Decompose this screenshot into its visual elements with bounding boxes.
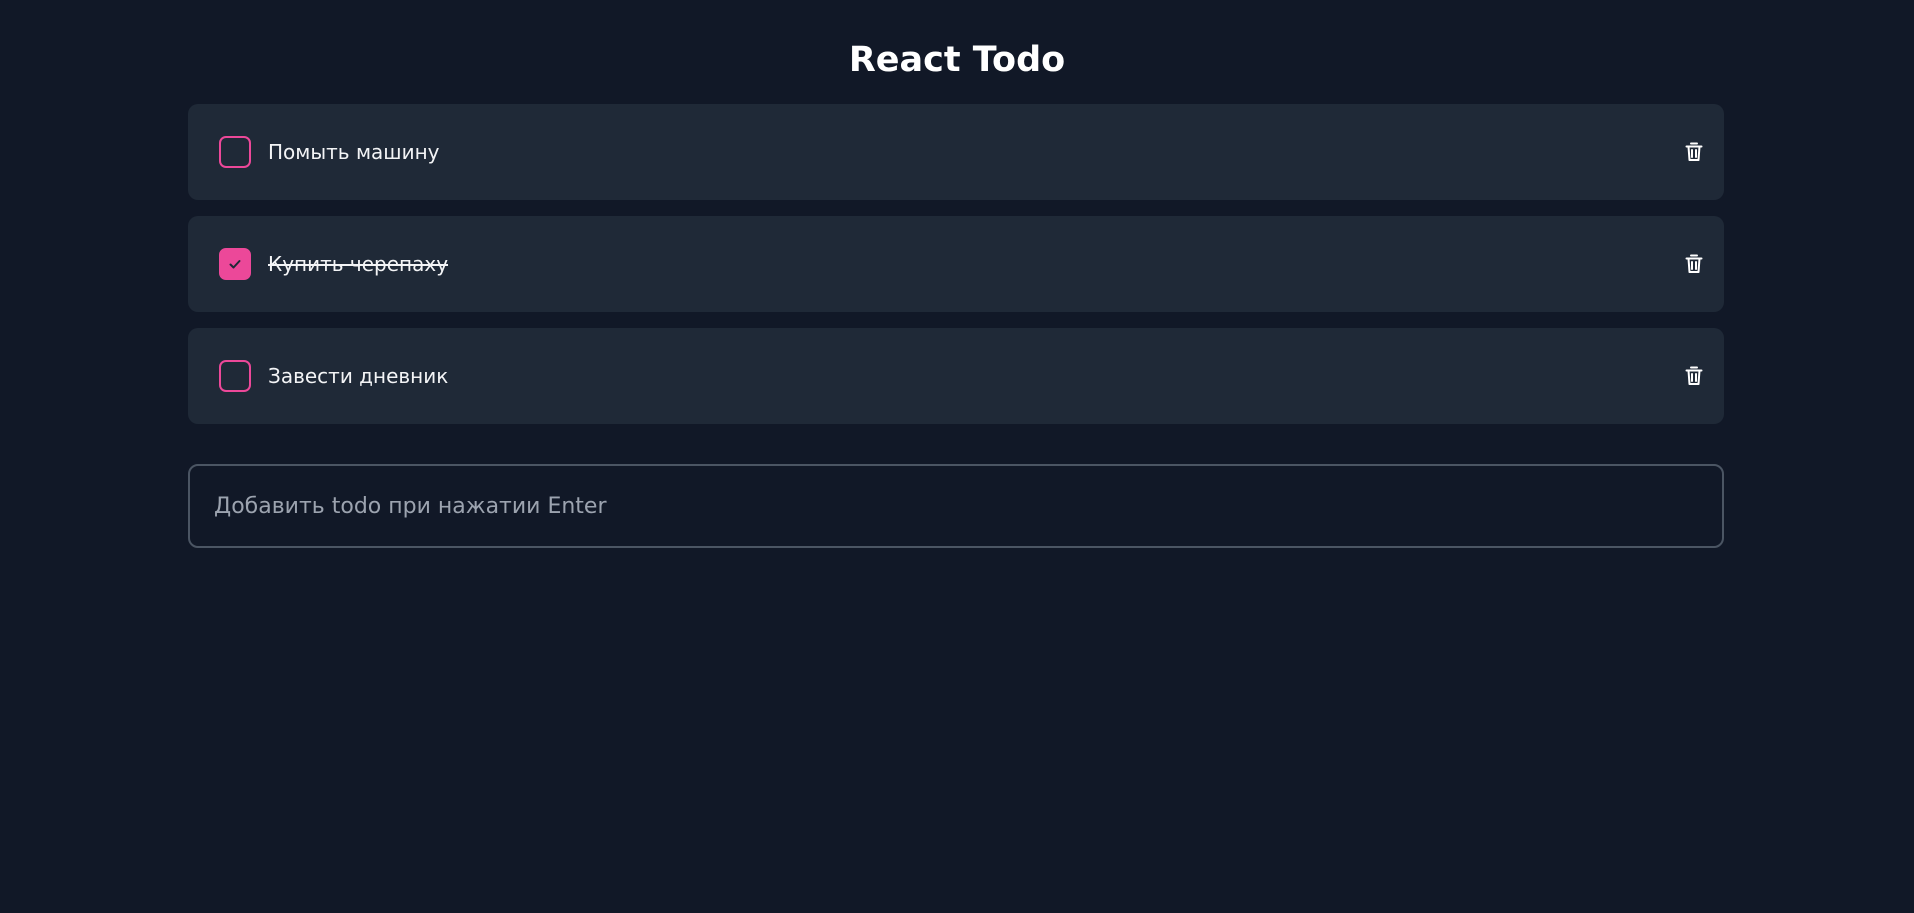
delete-button[interactable] bbox=[1682, 140, 1706, 164]
new-todo-input[interactable] bbox=[188, 464, 1724, 548]
trash-icon bbox=[1685, 142, 1703, 161]
check-icon bbox=[229, 260, 241, 269]
todo-item: Завести дневник bbox=[188, 328, 1724, 424]
trash-icon bbox=[1685, 254, 1703, 273]
todo-item: Помыть машину bbox=[188, 104, 1724, 200]
delete-button[interactable] bbox=[1682, 364, 1706, 388]
page-title: React Todo bbox=[848, 40, 1066, 80]
todo-app: React Todo Помыть машину Купить черепаху bbox=[0, 0, 1914, 913]
todo-checkbox[interactable] bbox=[219, 360, 251, 392]
todo-item: Купить черепаху bbox=[188, 216, 1724, 312]
delete-button[interactable] bbox=[1682, 252, 1706, 276]
todo-text: Помыть машину bbox=[268, 140, 440, 164]
todo-list: Помыть машину Купить черепаху Завести дн… bbox=[188, 104, 1724, 440]
todo-text: Завести дневник bbox=[268, 364, 449, 388]
todo-checkbox[interactable] bbox=[219, 136, 251, 168]
trash-icon bbox=[1685, 366, 1703, 385]
todo-checkbox[interactable] bbox=[219, 248, 251, 280]
todo-text: Купить черепаху bbox=[268, 252, 449, 276]
